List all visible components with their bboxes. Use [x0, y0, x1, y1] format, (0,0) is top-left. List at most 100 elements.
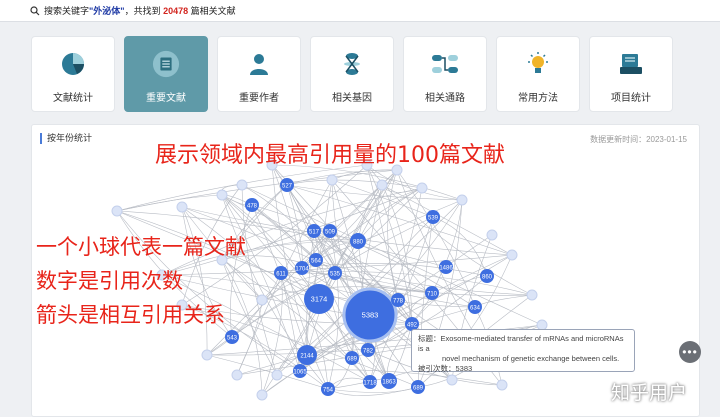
annotation-line-1: 一个小球代表一篇文献: [36, 235, 246, 259]
background-node: [486, 229, 498, 241]
node-label: 778: [393, 299, 404, 305]
feature-cards: 文献统计 重要文献 重要作者 相关基因 相关通路 常用方法 项目统计: [31, 36, 673, 112]
paper-node[interactable]: 3174: [304, 284, 334, 314]
paper-node[interactable]: 782: [361, 343, 375, 357]
card-related-genes[interactable]: 相关基因: [310, 36, 394, 112]
paper-node[interactable]: 539: [426, 210, 440, 224]
paper-node[interactable]: 2144: [297, 345, 317, 365]
background-node: [111, 205, 123, 217]
card-related-pathways[interactable]: 相关通路: [403, 36, 487, 112]
panel-title: 按年份统计: [40, 133, 92, 144]
update-date: 数据更新时间：2023-01-15: [590, 135, 687, 144]
search-keyword: "外泌体": [89, 6, 125, 16]
paper-node[interactable]: 880: [350, 233, 366, 249]
background-node: [376, 179, 388, 191]
search-suffix: 篇相关文献: [190, 6, 236, 16]
node-label: 1486: [439, 266, 453, 272]
paper-node[interactable]: 778: [391, 293, 405, 307]
paper-node[interactable]: 535: [328, 266, 342, 280]
background-node: [416, 182, 428, 194]
paper-node[interactable]: 689: [345, 351, 359, 365]
search-middle: ，共找到: [124, 6, 161, 16]
paper-node[interactable]: 689: [411, 380, 425, 394]
paper-node[interactable]: 5383: [342, 287, 398, 343]
card-key-literature[interactable]: 重要文献: [124, 36, 208, 112]
background-node: [496, 379, 508, 391]
paper-node[interactable]: 1863: [381, 373, 397, 389]
tooltip-citations: 被引次数：5383: [418, 364, 473, 373]
paper-node[interactable]: 527: [280, 178, 294, 192]
search-prefix: 搜索关键字: [44, 6, 90, 16]
archive-icon: [617, 50, 645, 78]
node-label: 1065: [293, 370, 307, 376]
node-label: 478: [247, 204, 258, 210]
paper-node[interactable]: 517: [307, 224, 321, 238]
background-node: [176, 201, 188, 213]
node-label: 1863: [382, 380, 396, 386]
paper-node[interactable]: 611: [274, 266, 288, 280]
pie-chart-icon: [59, 50, 87, 78]
citation-edge: [474, 294, 533, 308]
search-icon: [30, 5, 40, 15]
background-node: [456, 194, 468, 206]
node-label: 492: [407, 323, 418, 329]
background-node: [236, 179, 248, 191]
paper-node[interactable]: 509: [323, 224, 337, 238]
background-node: [256, 294, 268, 306]
background-node: [326, 174, 338, 186]
card-label: 项目统计: [611, 93, 651, 104]
paper-node[interactable]: 710: [425, 286, 439, 300]
more-options-button[interactable]: •••: [679, 341, 701, 363]
background-node: [271, 369, 283, 381]
node-label: 710: [427, 292, 438, 298]
node-label: 527: [282, 184, 293, 190]
paper-node[interactable]: 860: [480, 269, 494, 283]
card-label: 相关基因: [332, 93, 372, 104]
background-node: [526, 289, 538, 301]
citation-network-panel: 527 478 517 509 880 539 611 1704 564 535 1486 860 31…: [31, 124, 700, 417]
paper-node[interactable]: 543: [225, 330, 239, 344]
watermark: 知乎用户: [611, 382, 688, 404]
node-tooltip: 标题：Exosome-mediated transfer of mRNAs an…: [411, 329, 635, 373]
paper-node[interactable]: 478: [245, 198, 259, 212]
card-label: 常用方法: [518, 93, 558, 104]
card-project-stats[interactable]: 项目统计: [589, 36, 673, 112]
card-label: 文献统计: [53, 93, 93, 104]
annotation-line-2: 数字是引用次数: [36, 269, 183, 293]
document-icon: [152, 50, 180, 78]
annotation-line-3: 箭头是相互引用关系: [36, 303, 225, 327]
background-node: [201, 349, 213, 361]
paper-node[interactable]: 564: [309, 253, 323, 267]
background-node: [506, 249, 518, 261]
citation-edge: [411, 275, 488, 325]
paper-node[interactable]: 1718: [363, 375, 377, 389]
node-label: 517: [309, 230, 320, 236]
background-node: [216, 189, 228, 201]
paper-node[interactable]: 1486: [439, 260, 453, 274]
card-label: 相关通路: [425, 93, 465, 104]
node-label: 509: [325, 230, 336, 236]
node-label: 539: [428, 216, 439, 222]
node-label: 634: [470, 306, 481, 312]
card-literature-stats[interactable]: 文献统计: [31, 36, 115, 112]
node-label: 860: [482, 275, 493, 281]
paper-node[interactable]: 754: [321, 382, 335, 396]
node-label: 1704: [295, 267, 309, 273]
node-label: 3174: [311, 295, 328, 304]
pathway-icon: [431, 50, 459, 78]
paper-node[interactable]: 634: [468, 300, 482, 314]
node-label: 1718: [363, 381, 377, 387]
background-node: [256, 389, 268, 401]
node-label: 689: [413, 386, 424, 392]
node-label: 535: [330, 272, 341, 278]
card-common-methods[interactable]: 常用方法: [496, 36, 580, 112]
card-label: 重要作者: [239, 93, 279, 104]
annotation-top: 展示领域内最高引用量的100篇文献: [155, 143, 505, 168]
card-label: 重要文献: [146, 93, 186, 104]
node-label: 543: [227, 336, 238, 342]
node-label: 5383: [362, 311, 379, 320]
citation-edge: [116, 194, 223, 212]
node-label: 689: [347, 357, 358, 363]
card-key-authors[interactable]: 重要作者: [217, 36, 301, 112]
node-label: 754: [323, 388, 334, 394]
